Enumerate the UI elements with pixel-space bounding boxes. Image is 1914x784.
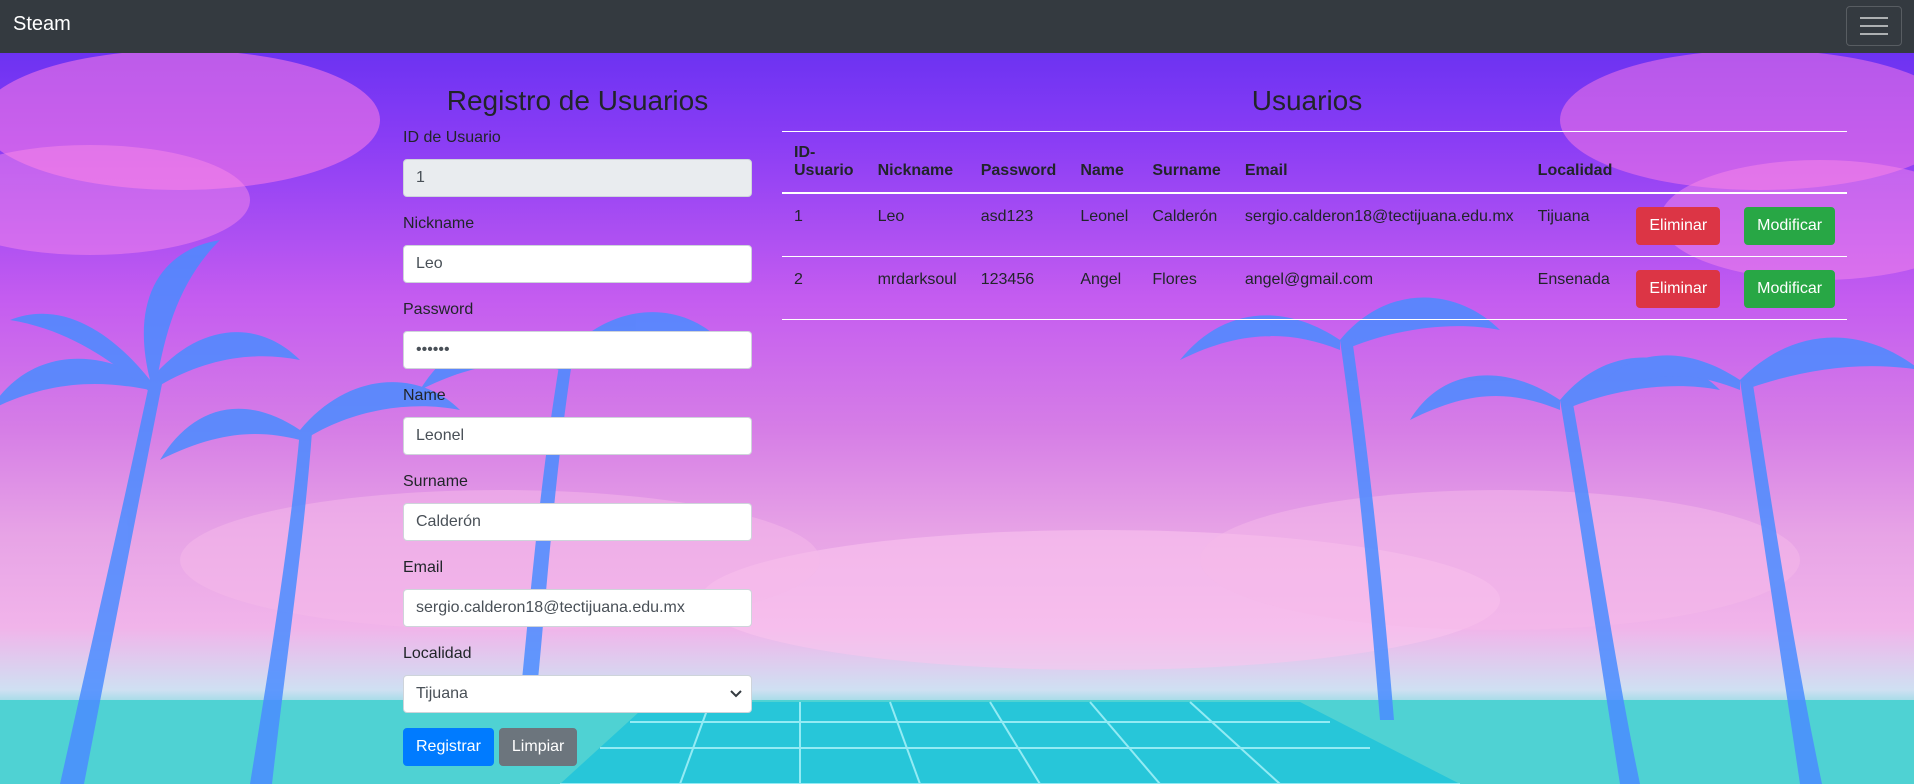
delete-button[interactable]: Eliminar (1636, 207, 1721, 245)
name-label: Name (403, 387, 446, 404)
cell-localidad: Ensenada (1537, 270, 1610, 288)
form-actions: Registrar Limpiar (403, 728, 578, 766)
modify-button[interactable]: Modificar (1744, 269, 1836, 308)
navbar-brand[interactable]: Steam (13, 13, 71, 36)
cell-name: Leonel (1080, 208, 1129, 225)
navbar: Steam (0, 0, 1914, 53)
cell-nickname: Leo (877, 208, 905, 225)
column-header-localidad: Localidad (1537, 162, 1613, 179)
nickname-field[interactable] (403, 245, 752, 283)
registration-form: Registro de Usuarios ID de Usuario Nickn… (403, 85, 752, 766)
column-header-id: ID-Usuario (794, 144, 854, 179)
cell-name: Angel (1080, 270, 1122, 288)
cell-password: asd123 (980, 208, 1034, 225)
password-field[interactable] (403, 331, 752, 369)
cell-surname: Flores (1152, 270, 1197, 288)
id-label: ID de Usuario (403, 129, 501, 146)
form-title: Registro de Usuarios (446, 85, 709, 116)
cell-delete: Eliminar (1624, 256, 1732, 319)
cell-email: angel@gmail.com (1244, 270, 1374, 288)
cell-id: 1 (794, 208, 803, 225)
register-button[interactable]: Registrar (403, 728, 494, 766)
column-header-name: Name (1080, 162, 1124, 179)
surname-field[interactable] (403, 503, 752, 541)
table-row: 2 mrdarksoul 123456 Angel Flores angel@g… (782, 256, 1848, 319)
column-header-surname: Surname (1152, 162, 1221, 179)
localidad-select[interactable]: Tijuana (403, 675, 752, 713)
cell-modify: Modificar (1732, 193, 1847, 256)
cell-localidad: Tijuana (1537, 208, 1590, 225)
users-section: Usuarios ID-Usuario Nickname Password Na… (782, 85, 1848, 320)
table-header-row: ID-Usuario Nickname Password Name Surnam… (782, 131, 1848, 194)
users-table: ID-Usuario Nickname Password Name Surnam… (782, 131, 1848, 320)
password-label: Password (403, 301, 474, 318)
cell-nickname: mrdarksoul (877, 270, 957, 288)
cell-password: 123456 (980, 270, 1035, 288)
delete-button[interactable]: Eliminar (1636, 269, 1721, 308)
modify-button[interactable]: Modificar (1744, 207, 1836, 245)
navbar-toggle-button[interactable] (1846, 6, 1902, 46)
cell-delete: Eliminar (1624, 193, 1732, 256)
column-header-delete (1624, 132, 1732, 194)
nickname-label: Nickname (403, 215, 475, 232)
email-field[interactable] (403, 589, 752, 627)
column-header-password: Password (980, 162, 1057, 179)
column-header-modify (1732, 132, 1847, 194)
clear-button[interactable]: Limpiar (498, 728, 578, 766)
localidad-selected-value: Tijuana (403, 675, 752, 713)
cell-id: 2 (794, 270, 803, 288)
column-header-nickname: Nickname (877, 162, 954, 179)
hamburger-icon (1860, 17, 1888, 35)
id-field (403, 159, 752, 197)
email-label: Email (403, 559, 444, 576)
column-header-email: Email (1244, 162, 1288, 179)
chevron-down-icon (730, 690, 742, 698)
table-row: 1 Leo asd123 Leonel Calderón sergio.cald… (782, 193, 1848, 256)
surname-label: Surname (403, 473, 468, 490)
cell-modify: Modificar (1732, 256, 1847, 319)
cell-email: sergio.calderon18@tectijuana.edu.mx (1244, 208, 1514, 225)
localidad-label: Localidad (403, 645, 472, 662)
name-field[interactable] (403, 417, 752, 455)
cell-surname: Calderón (1152, 208, 1218, 225)
table-title: Usuarios (1251, 85, 1363, 116)
